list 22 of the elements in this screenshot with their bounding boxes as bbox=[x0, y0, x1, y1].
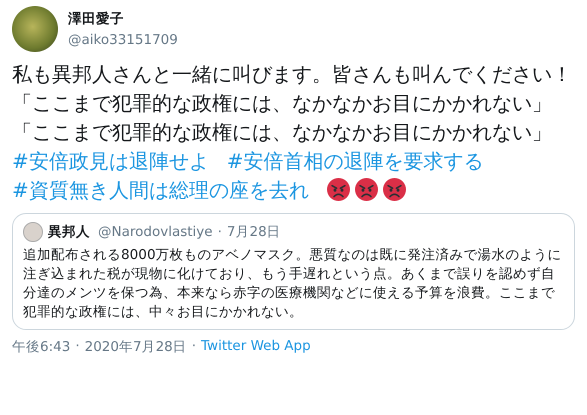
quoted-tweet-card[interactable]: 異邦人 @Narodovlastiye · 7月28日 追加配布される8000万枚ものアベノマスク。悪質なのは既に発注済みで湯水のように注ぎ込まれた税が現物に化けており、もう手遅れという点。あくまで誤りを認めず自分達のメンツを保つ為、本来なら赤字の医療機関などに使える予算を浪費。ここまで犯罪的な政権には、中々お目にかかれない。 bbox=[12, 213, 575, 330]
tweet-time[interactable]: 午後6:43 bbox=[12, 338, 70, 356]
hashtag-link[interactable]: #資質無き人間は総理の座を去れ bbox=[12, 178, 309, 202]
author-name[interactable]: 澤田愛子 bbox=[68, 10, 178, 28]
hashtag-link[interactable]: #安倍首相の退陣を要求する bbox=[226, 149, 484, 173]
angry-face-icon bbox=[382, 178, 406, 201]
hashtag-link[interactable]: #安倍政見は退陣せよ bbox=[12, 149, 209, 173]
separator-dot: · bbox=[192, 338, 196, 356]
quoted-date: 7月28日 bbox=[226, 223, 281, 241]
quoted-author-handle: @Narodovlastiye bbox=[98, 224, 213, 240]
quoted-tweet-text: 追加配布される8000万枚ものアベノマスク。悪質なのは既に発注済みで湯水のように注ぎ込まれた税が現物に化けており、もう手遅れという点。あくまで誤りを認めず自分達のメンツを保つ為、本来なら赤字の医療機関などに使える予算を浪費。ここまで犯罪的な政権には、中々お目にかかれない。 bbox=[23, 246, 563, 322]
source-link[interactable]: Twitter Web App bbox=[201, 338, 311, 356]
separator-dot: · bbox=[75, 338, 80, 356]
avatar-photo[interactable] bbox=[12, 6, 58, 52]
quoted-author-name: 異邦人 bbox=[48, 223, 90, 241]
angry-face-icon bbox=[326, 178, 350, 201]
author-handle[interactable]: @aiko33151709 bbox=[68, 32, 178, 48]
angry-face-icon bbox=[354, 178, 378, 201]
separator-dot: · bbox=[218, 224, 222, 240]
tweet-date[interactable]: 2020年7月28日 bbox=[84, 338, 187, 356]
tweet-text: 私も異邦人さんと一緒に叫びます。皆さんも叫んでください！「ここまで犯罪的な政権には、なかなかお目にかかれない」「ここまで犯罪的な政権には、なかなかお目にかかれない」 #安倍政見は退陣せよ #安倍首相の退陣を要求する #資質無き人間は総理の座を去れ bbox=[12, 61, 573, 204]
avatar-icon bbox=[23, 222, 43, 242]
